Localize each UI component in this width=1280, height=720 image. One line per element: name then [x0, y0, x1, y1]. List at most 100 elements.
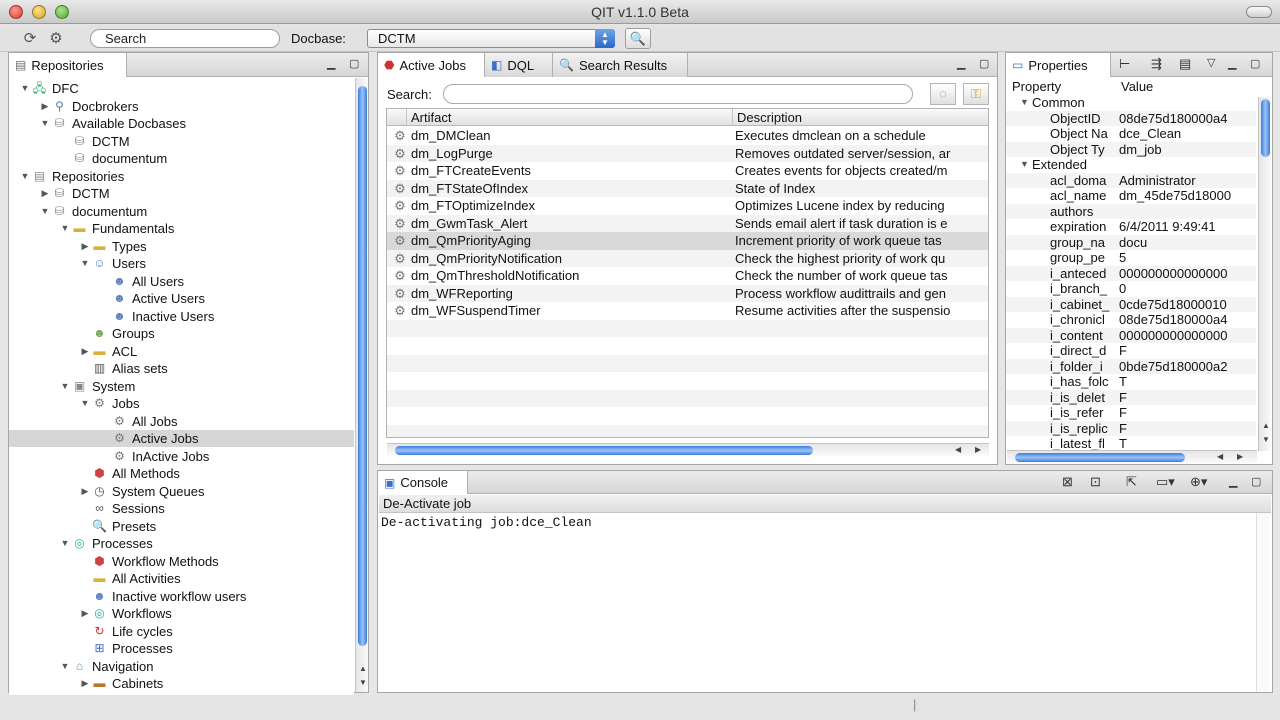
- table-row[interactable]: ⚙ dm_DMClean Executes dmclean on a schedul…: [387, 127, 988, 145]
- tree-item[interactable]: ⚙ InActive Jobs: [9, 448, 209, 465]
- table-row[interactable]: ⚙ dm_FTStateOfIndex State of Index: [387, 179, 988, 197]
- tree-item[interactable]: ∞ Sessions: [9, 500, 165, 517]
- tab-properties[interactable]: ▭ Properties: [1006, 53, 1111, 77]
- property-row[interactable]: i_folder_i 0bde75d180000a2: [1006, 358, 1256, 374]
- property-row[interactable]: acl_doma Administrator: [1006, 172, 1256, 188]
- table-row[interactable]: ⚙ dm_FTOptimizeIndex Optimizes Lucene inde…: [387, 197, 988, 215]
- pin-console-icon[interactable]: ⇱: [1126, 474, 1137, 490]
- tree-item[interactable]: ⚙ All Jobs: [9, 413, 177, 430]
- expand-down-arrow-icon[interactable]: ▼: [79, 395, 91, 412]
- property-row[interactable]: i_is_refer F: [1006, 405, 1256, 421]
- expand-down-arrow-icon[interactable]: ▼: [59, 378, 71, 395]
- tree-item[interactable]: ▼ ⛁ documentum: [9, 203, 148, 220]
- tree-item[interactable]: ▥ Alias sets: [9, 360, 168, 377]
- expand-down-arrow-icon[interactable]: ▼: [59, 535, 71, 552]
- scroll-up-arrow-icon[interactable]: ▲: [1262, 421, 1270, 430]
- tree-item[interactable]: ▼ ▤ Repositories: [9, 168, 125, 185]
- properties-vertical-scrollbar[interactable]: ▲ ▼: [1258, 97, 1271, 451]
- maximize-panel-icon[interactable]: ▢: [1251, 475, 1261, 488]
- scroll-left-arrow-icon[interactable]: ◀: [1217, 452, 1223, 461]
- tree-item[interactable]: ☻ Groups: [9, 325, 154, 342]
- table-row[interactable]: ⚙ dm_QmThresholdNotification Check the num…: [387, 267, 988, 285]
- table-row[interactable]: ⚙ dm_LogPurge Removes outdated server/sess…: [387, 144, 988, 162]
- tree-item[interactable]: ▼ ◎ Processes: [9, 535, 153, 552]
- scroll-down-arrow-icon[interactable]: ▼: [359, 678, 367, 687]
- scroll-left-arrow-icon[interactable]: ◀: [955, 445, 961, 454]
- console-vertical-scrollbar[interactable]: [1256, 513, 1269, 692]
- properties-scroll-thumb[interactable]: [1261, 99, 1270, 157]
- maximize-panel-icon[interactable]: ▢: [979, 57, 989, 70]
- property-row[interactable]: Object Na dce_Clean: [1006, 126, 1256, 142]
- tree-item[interactable]: ▬ All Activities: [9, 570, 181, 587]
- expand-down-arrow-icon[interactable]: ▼: [19, 80, 31, 97]
- tab-console[interactable]: ▣ Console: [378, 471, 468, 494]
- scroll-right-arrow-icon[interactable]: ▶: [1237, 452, 1243, 461]
- collapse-icon[interactable]: ▤: [1179, 56, 1191, 72]
- close-window-button[interactable]: [9, 5, 23, 19]
- tree-item[interactable]: ▼ ▬ Fundamentals: [9, 220, 175, 237]
- tab-repositories[interactable]: ▤ Repositories: [9, 53, 127, 77]
- filter-icon[interactable]: ⇶: [1151, 56, 1162, 72]
- tab-active-jobs[interactable]: ⬣ Active Jobs: [378, 53, 485, 77]
- property-row[interactable]: group_na docu: [1006, 234, 1256, 250]
- docbase-select[interactable]: DCTM ▲ ▼: [367, 29, 615, 48]
- tree-item[interactable]: ▶ ⛁ DCTM: [9, 185, 110, 202]
- property-row[interactable]: i_is_delet F: [1006, 389, 1256, 405]
- open-console-icon[interactable]: ⊕▾: [1190, 474, 1207, 490]
- tree-item[interactable]: ▼ ⚙ Jobs: [9, 395, 140, 412]
- search-input[interactable]: Search: [90, 29, 280, 48]
- tree-view-icon[interactable]: ⊢: [1119, 56, 1130, 72]
- display-console-icon[interactable]: ▭▾: [1156, 474, 1175, 490]
- property-row[interactable]: acl_name dm_45de75d18000: [1006, 188, 1256, 204]
- toolbar-toggle-button[interactable]: [1246, 6, 1272, 18]
- minimize-panel-icon[interactable]: ▁: [1228, 57, 1236, 70]
- expand-down-arrow-icon[interactable]: ▼: [39, 203, 51, 220]
- property-row[interactable]: i_chronicl 08de75d180000a4: [1006, 312, 1256, 328]
- tree-item[interactable]: ⊞ Processes: [9, 640, 172, 657]
- expand-down-arrow-icon[interactable]: ▼: [79, 255, 91, 272]
- tree-item[interactable]: ⚙ Active Jobs: [9, 430, 354, 447]
- scroll-right-arrow-icon[interactable]: ▶: [975, 445, 981, 454]
- refresh-icon[interactable]: ⟳: [18, 27, 42, 49]
- expand-right-arrow-icon[interactable]: ▶: [79, 483, 91, 500]
- expand-down-arrow-icon[interactable]: ▼: [1020, 95, 1029, 110]
- expand-right-arrow-icon[interactable]: ▶: [79, 675, 91, 692]
- tree-item[interactable]: ⛁ DCTM: [9, 133, 129, 150]
- table-row[interactable]: ⚙ dm_WFReporting Process workflow audittra…: [387, 284, 988, 302]
- jobs-horizontal-scrollbar[interactable]: ◀ ▶: [387, 443, 989, 456]
- tree-item[interactable]: ▶ ◎ Workflows: [9, 605, 172, 622]
- clear-search-button[interactable]: ◌: [930, 83, 956, 105]
- jobs-search-input[interactable]: [443, 84, 913, 104]
- minimize-panel-icon[interactable]: ▁: [327, 57, 335, 70]
- property-row[interactable]: Object Ty dm_job: [1006, 141, 1256, 157]
- expand-down-arrow-icon[interactable]: ▼: [59, 220, 71, 237]
- tree-item[interactable]: ▶ ▬ ACL: [9, 343, 138, 360]
- maximize-panel-icon[interactable]: ▢: [1250, 57, 1260, 70]
- tree-item[interactable]: ☻ All Users: [9, 273, 184, 290]
- column-value[interactable]: Value: [1121, 79, 1153, 94]
- expand-down-arrow-icon[interactable]: ▼: [19, 168, 31, 185]
- properties-horizontal-scrollbar[interactable]: ◀ ▶: [1007, 450, 1257, 463]
- property-row[interactable]: i_direct_d F: [1006, 343, 1256, 359]
- expand-right-arrow-icon[interactable]: ▶: [39, 185, 51, 202]
- column-property[interactable]: Property: [1012, 79, 1061, 94]
- property-row[interactable]: authors: [1006, 203, 1256, 219]
- property-group[interactable]: ▼ Extended: [1006, 157, 1256, 173]
- tree-scroll-thumb[interactable]: [358, 86, 367, 646]
- table-row[interactable]: ⚙ dm_QmPriorityNotification Check the high…: [387, 249, 988, 267]
- key-button[interactable]: ⚿: [963, 83, 989, 105]
- clear-console-icon[interactable]: ⊠: [1062, 474, 1073, 490]
- property-row[interactable]: i_has_folc T: [1006, 374, 1256, 390]
- expand-right-arrow-icon[interactable]: ▶: [39, 98, 51, 115]
- properties-hscroll-thumb[interactable]: [1015, 453, 1185, 462]
- expand-right-arrow-icon[interactable]: ▶: [79, 343, 91, 360]
- table-row[interactable]: ⚙ dm_FTCreateEvents Creates events for obj…: [387, 162, 988, 180]
- expand-down-arrow-icon[interactable]: ▼: [1020, 157, 1029, 172]
- property-row[interactable]: i_branch_ 0: [1006, 281, 1256, 297]
- tree-item[interactable]: ▶ ◷ System Queues: [9, 483, 205, 500]
- settings-gear-icon[interactable]: ⚙: [44, 27, 68, 49]
- property-row[interactable]: i_is_replic F: [1006, 420, 1256, 436]
- tree-item[interactable]: ▼ 🖧 DFC: [9, 80, 79, 97]
- tree-vertical-scrollbar[interactable]: ▲ ▼: [355, 78, 368, 692]
- property-row[interactable]: ObjectID 08de75d180000a4: [1006, 110, 1256, 126]
